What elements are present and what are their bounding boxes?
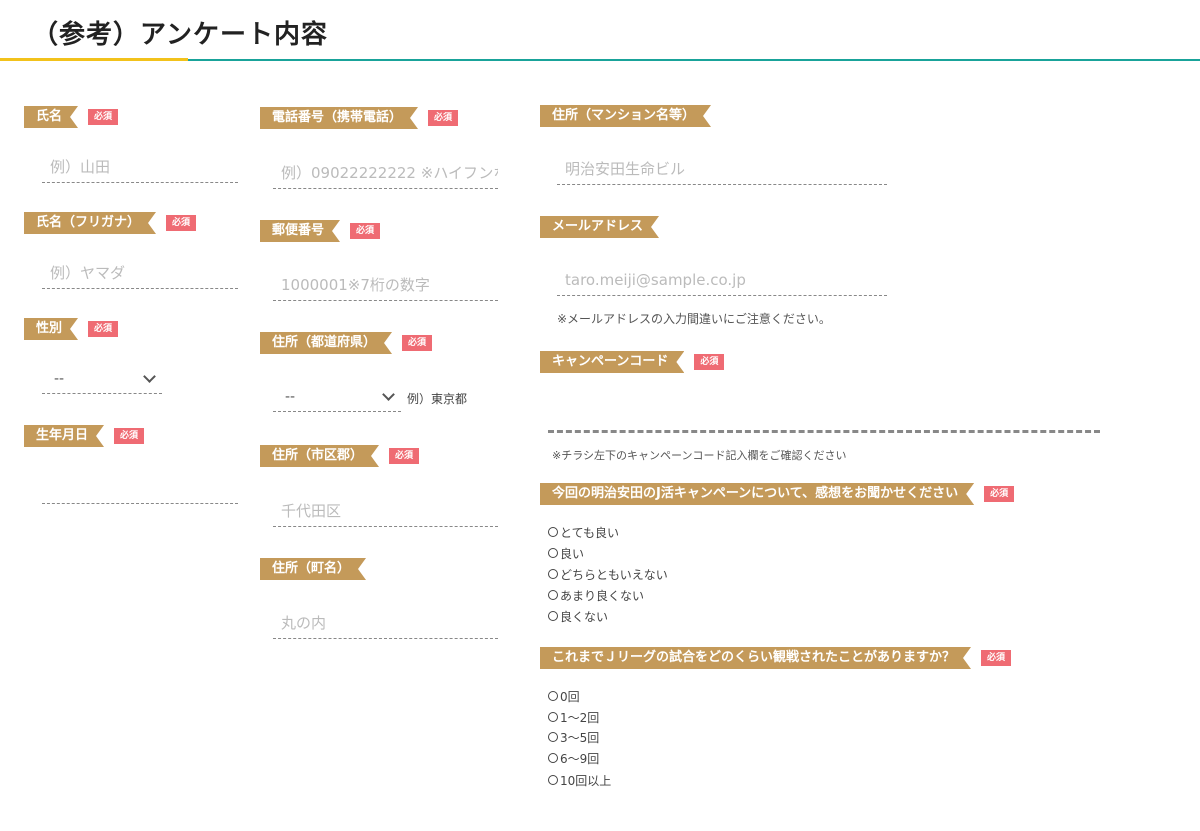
watch-option[interactable]: 1～2回 — [548, 708, 599, 726]
gender-selected-value: -- — [54, 370, 65, 387]
city-label-row: 住所（市区郡） 必須 — [260, 445, 420, 467]
pref-hint: 例）東京都 — [407, 392, 468, 406]
building-label: 住所（マンション名等） — [540, 105, 711, 127]
radio-circle-icon — [548, 548, 558, 558]
watch-option[interactable]: 10回以上 — [548, 771, 611, 789]
kana-field[interactable] — [42, 258, 238, 289]
impression-option[interactable]: とても良い — [548, 523, 619, 541]
title-underline-accent — [0, 58, 188, 61]
chevron-down-icon — [382, 388, 395, 401]
city-label: 住所（市区郡） — [260, 445, 379, 467]
campaign-label: キャンペーンコード — [540, 351, 684, 373]
birth-label-row: 生年月日 必須 — [24, 425, 145, 447]
zip-label: 郵便番号 — [260, 220, 340, 242]
name-label-row: 氏名 必須 — [24, 106, 119, 128]
pref-label-row: 住所（都道府県） 必須 — [260, 332, 433, 354]
required-badge: 必須 — [88, 321, 119, 337]
campaign-code-input-line[interactable] — [548, 430, 1100, 433]
city-field[interactable] — [273, 496, 498, 527]
pref-selected-value: -- — [285, 388, 296, 405]
kana-label-row: 氏名（フリガナ） 必須 — [24, 212, 197, 234]
chevron-down-icon — [143, 370, 156, 383]
radio-circle-icon — [548, 691, 558, 701]
email-input[interactable] — [557, 265, 887, 295]
impression-label: 今回の明治安田のJ活キャンペーンについて、感想をお聞かせください — [540, 483, 974, 505]
radio-circle-icon — [548, 611, 558, 621]
radio-circle-icon — [548, 569, 558, 579]
email-label: メールアドレス — [540, 216, 659, 238]
campaign-note: ※チラシ左下のキャンペーンコード記入欄をご確認ください — [552, 449, 847, 462]
required-badge: 必須 — [88, 109, 119, 125]
kana-input[interactable] — [42, 258, 238, 288]
campaign-label-row: キャンペーンコード 必須 — [540, 351, 725, 373]
radio-circle-icon — [548, 732, 558, 742]
building-input[interactable] — [557, 154, 887, 184]
impression-option[interactable]: どちらともいえない — [548, 565, 668, 583]
zip-input[interactable] — [273, 270, 498, 300]
radio-circle-icon — [548, 712, 558, 722]
radio-circle-icon — [548, 753, 558, 763]
zip-label-row: 郵便番号 必須 — [260, 220, 381, 242]
required-badge: 必須 — [166, 215, 197, 231]
impression-option[interactable]: 良い — [548, 544, 584, 562]
email-note: ※メールアドレスの入力間違いにご注意ください。 — [557, 312, 831, 326]
phone-input[interactable] — [273, 158, 498, 188]
city-input[interactable] — [273, 496, 498, 526]
email-label-row: メールアドレス — [540, 216, 659, 238]
watch-option[interactable]: 3～5回 — [548, 728, 599, 746]
zip-field[interactable] — [273, 270, 498, 301]
email-field[interactable] — [557, 265, 887, 296]
required-badge: 必須 — [694, 354, 725, 370]
required-badge: 必須 — [389, 448, 420, 464]
impression-label-row: 今回の明治安田のJ活キャンペーンについて、感想をお聞かせください 必須 — [540, 483, 1015, 505]
building-label-row: 住所（マンション名等） — [540, 105, 711, 127]
phone-field[interactable] — [273, 158, 498, 189]
birth-field[interactable] — [42, 473, 238, 504]
town-label-row: 住所（町名） — [260, 558, 366, 580]
gender-label-row: 性別 必須 — [24, 318, 119, 340]
watch-label-row: これまでＪリーグの試合をどのくらい観戦されたことがありますか？ 必須 — [540, 647, 1012, 669]
birth-input[interactable] — [42, 473, 238, 503]
phone-label: 電話番号（携帯電話） — [260, 107, 418, 129]
watch-option[interactable]: 0回 — [548, 687, 580, 705]
impression-option[interactable]: 良くない — [548, 607, 608, 625]
town-label: 住所（町名） — [260, 558, 366, 580]
town-input[interactable] — [273, 608, 498, 638]
town-field[interactable] — [273, 608, 498, 639]
radio-circle-icon — [548, 775, 558, 785]
impression-option[interactable]: あまり良くない — [548, 586, 644, 604]
radio-circle-icon — [548, 590, 558, 600]
required-badge: 必須 — [114, 428, 145, 444]
phone-label-row: 電話番号（携帯電話） 必須 — [260, 107, 459, 129]
required-badge: 必須 — [981, 650, 1012, 666]
title-underline — [188, 59, 1200, 61]
required-badge: 必須 — [350, 223, 381, 239]
kana-label: 氏名（フリガナ） — [24, 212, 156, 234]
required-badge: 必須 — [984, 486, 1015, 502]
name-label: 氏名 — [24, 106, 78, 128]
gender-label: 性別 — [24, 318, 78, 340]
building-field[interactable] — [557, 154, 887, 185]
watch-label: これまでＪリーグの試合をどのくらい観戦されたことがありますか？ — [540, 647, 971, 669]
name-input[interactable] — [42, 152, 238, 182]
gender-select[interactable]: -- — [42, 364, 162, 394]
birth-label: 生年月日 — [24, 425, 104, 447]
required-badge: 必須 — [402, 335, 433, 351]
pref-select[interactable]: -- — [273, 382, 401, 412]
radio-circle-icon — [548, 527, 558, 537]
watch-option[interactable]: 6～9回 — [548, 749, 599, 767]
required-badge: 必須 — [428, 110, 459, 126]
name-field[interactable] — [42, 152, 238, 183]
page-title: （参考）アンケート内容 — [32, 20, 328, 50]
pref-label: 住所（都道府県） — [260, 332, 392, 354]
